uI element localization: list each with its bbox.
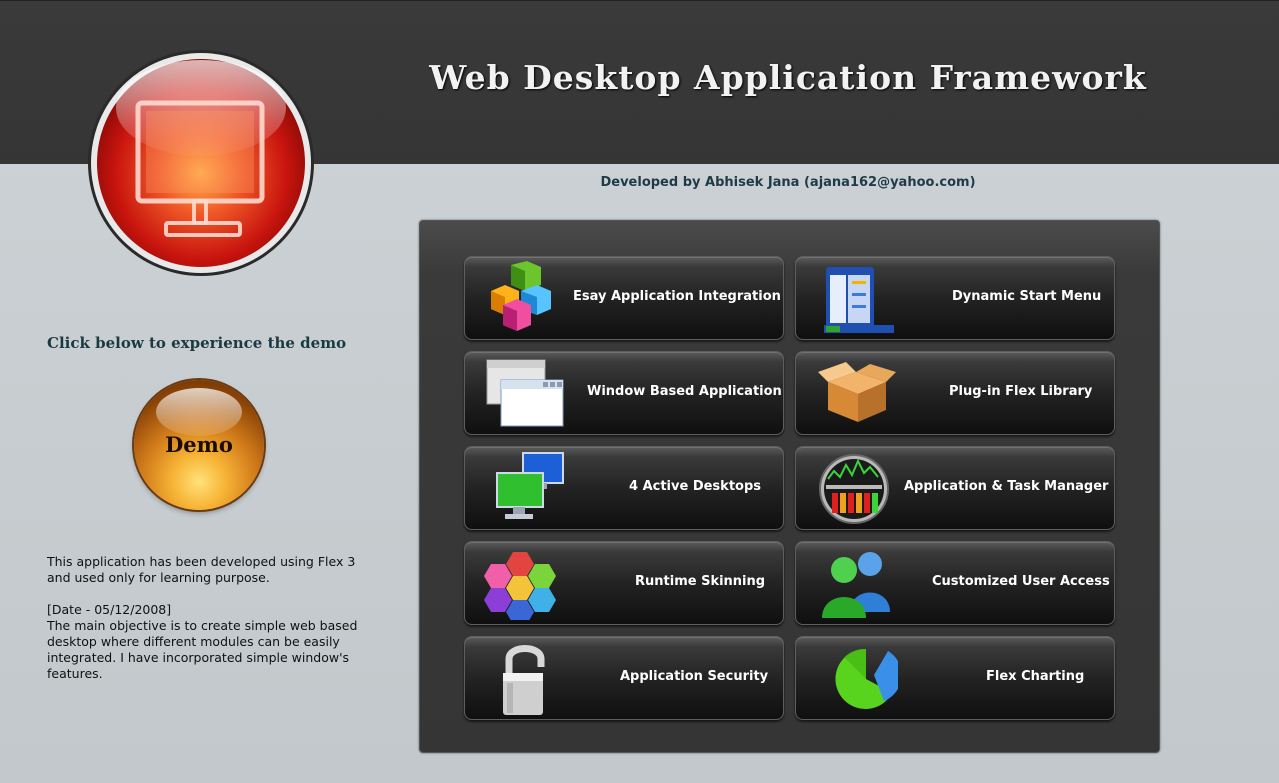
hexagon-palette-icon	[484, 552, 556, 620]
start-menu-icon	[824, 267, 894, 333]
task-manager-icon	[819, 454, 889, 524]
users-icon	[822, 552, 890, 618]
feature-tile-window-app[interactable]: Window Based Application	[464, 351, 784, 435]
feature-label: Application & Task Manager	[904, 479, 1109, 494]
windows-icon	[486, 359, 564, 427]
feature-tile-active-desktops[interactable]: 4 Active Desktops	[464, 446, 784, 530]
description-text: This application has been developed usin…	[47, 554, 377, 682]
page-title: Web Desktop Application Framework	[429, 58, 1147, 97]
feature-tile-app-integration[interactable]: Esay Application Integration	[464, 256, 784, 340]
monitor-icon	[88, 50, 314, 276]
developer-credit: Developed by Abhisek Jana (ajana162@yaho…	[600, 175, 976, 190]
feature-label: 4 Active Desktops	[629, 479, 762, 494]
feature-tile-flex-charting[interactable]: Flex Charting	[795, 636, 1115, 720]
description-line-2: [Date - 05/12/2008]	[47, 602, 172, 617]
demo-button-label: Demo	[165, 432, 233, 457]
feature-label: Plug-in Flex Library	[949, 384, 1093, 399]
feature-tile-user-access[interactable]: Customized User Access	[795, 541, 1115, 625]
description-line-3: The main objective is to create simple w…	[47, 618, 358, 681]
feature-tile-runtime-skinning[interactable]: Runtime Skinning	[464, 541, 784, 625]
package-box-icon	[818, 362, 896, 422]
feature-label: Dynamic Start Menu	[952, 289, 1102, 304]
feature-label: Window Based Application	[587, 384, 782, 399]
feature-tile-flex-library[interactable]: Plug-in Flex Library	[795, 351, 1115, 435]
feature-label: Customized User Access	[932, 574, 1110, 589]
monitors-icon	[496, 452, 564, 519]
feature-tile-app-security[interactable]: Application Security	[464, 636, 784, 720]
feature-label: Application Security	[620, 669, 769, 684]
feature-panel: Esay Application Integration Dynamic Sta…	[419, 220, 1160, 753]
demo-button-gloss	[156, 388, 242, 436]
app-logo	[86, 48, 316, 278]
feature-label: Esay Application Integration	[573, 289, 781, 304]
feature-tile-task-manager[interactable]: Application & Task Manager	[795, 446, 1115, 530]
demo-heading: Click below to experience the demo	[47, 334, 347, 352]
demo-button[interactable]: Demo	[134, 380, 264, 510]
description-line-1: This application has been developed usin…	[47, 554, 356, 585]
padlock-icon	[503, 645, 545, 715]
pie-chart-icon	[835, 648, 898, 709]
feature-tile-start-menu[interactable]: Dynamic Start Menu	[795, 256, 1115, 340]
feature-label: Flex Charting	[986, 669, 1085, 684]
feature-label: Runtime Skinning	[635, 574, 766, 589]
cubes-icon	[491, 261, 551, 331]
